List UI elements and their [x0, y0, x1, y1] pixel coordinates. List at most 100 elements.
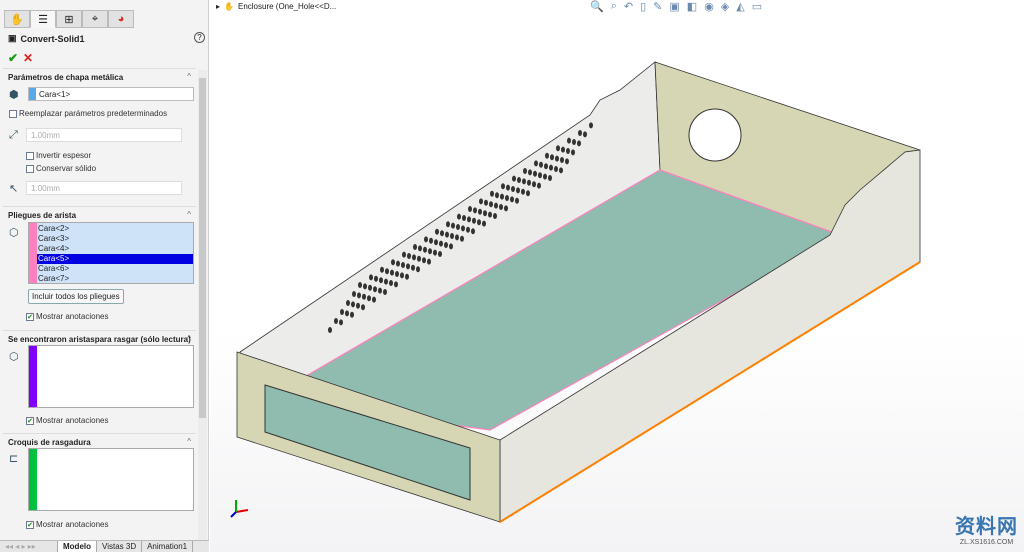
- bend-list-item[interactable]: Cara<7>: [37, 274, 193, 284]
- vent-hole: [456, 224, 460, 230]
- section-sheet-metal-params[interactable]: Parámetros de chapa metálica ^: [3, 68, 196, 86]
- checkbox[interactable]: ✔: [26, 312, 34, 321]
- override-label: Reemplazar parámetros predeterminados: [19, 109, 168, 118]
- collapse-icon[interactable]: ^: [187, 437, 191, 446]
- help-icon[interactable]: ?: [194, 32, 205, 43]
- vent-hole: [538, 172, 542, 179]
- face-icon: ⬡: [9, 351, 19, 363]
- override-params-checkbox[interactable]: Reemplazar parámetros predeterminados: [9, 109, 167, 118]
- vent-hole: [350, 311, 354, 318]
- vent-hole: [571, 149, 575, 156]
- bend-list-item[interactable]: Cara<5>: [37, 254, 193, 264]
- vent-hole: [423, 246, 427, 253]
- show-callouts-label: Mostrar anotaciones: [36, 312, 109, 321]
- vent-hole: [516, 187, 520, 194]
- vent-hole: [427, 258, 431, 265]
- vent-hole: [527, 179, 531, 186]
- vent-hole: [577, 140, 581, 147]
- vent-hole: [457, 213, 461, 220]
- scrollbar-thumb[interactable]: [199, 78, 206, 418]
- bend-radius-input[interactable]: 1.00mm: [26, 181, 182, 195]
- vent-hole: [482, 220, 486, 227]
- vent-hole: [461, 225, 465, 232]
- property-manager-tab[interactable]: ☰: [30, 10, 56, 28]
- vent-hole: [328, 327, 332, 333]
- sketch-icon: ⊏: [9, 453, 19, 465]
- vent-hole: [533, 170, 537, 177]
- graphics-viewport[interactable]: ▸ ✋ Enclosure (One_Hole<<D... 🔍 ⌕ ↶ ▯ ✎ ▣ ◧ ◉ ◈ ◭ ▭ …: [210, 0, 1024, 552]
- tab-scroll-arrows[interactable]: ◂◂ ◂ ▸ ▸▸: [0, 541, 58, 552]
- vent-hole: [395, 271, 399, 277]
- checkbox[interactable]: [26, 164, 34, 173]
- bend-list-item[interactable]: Cara<3>: [37, 234, 193, 244]
- feature-manager-tab[interactable]: ✋: [4, 10, 30, 28]
- vent-hole: [554, 166, 558, 172]
- vent-hole: [560, 157, 564, 163]
- display-manager-tab[interactable]: ◕: [108, 10, 134, 28]
- vent-hole: [500, 193, 504, 200]
- panel-scrollbar[interactable]: [198, 70, 207, 540]
- thickness-icon: ⤢: [9, 129, 18, 141]
- vent-hole: [505, 195, 509, 201]
- show-callouts-checkbox[interactable]: ✔ Mostrar anotaciones: [26, 416, 108, 425]
- bend-edges-list[interactable]: Cara<2> Cara<3> Cara<4> Cara<5> Cara<6> Cara<…: [28, 222, 194, 284]
- vent-hole: [455, 234, 459, 241]
- collapse-icon[interactable]: ^: [187, 72, 191, 81]
- vent-hole: [548, 175, 552, 181]
- keep-body-checkbox[interactable]: Conservar sólido: [26, 164, 96, 173]
- reverse-thickness-checkbox[interactable]: Invertir espesor: [26, 151, 91, 160]
- vent-hole: [405, 273, 409, 280]
- show-callouts-checkbox[interactable]: ✔ Mostrar anotaciones: [26, 312, 108, 321]
- show-callouts-checkbox[interactable]: ✔ Mostrar anotaciones: [26, 520, 108, 529]
- vent-hole: [543, 173, 547, 180]
- checkbox[interactable]: ✔: [26, 416, 34, 425]
- fixed-face-field[interactable]: Cara<1>: [28, 87, 194, 101]
- rip-edges-list[interactable]: [28, 345, 194, 408]
- checkbox[interactable]: [26, 151, 34, 160]
- bend-list-item[interactable]: Cara<2>: [37, 224, 193, 234]
- thickness-input[interactable]: 1.00mm: [26, 128, 182, 142]
- vent-hole: [532, 181, 536, 188]
- dimxpert-tab[interactable]: ⌖: [82, 10, 108, 28]
- vent-hole: [545, 152, 549, 159]
- vent-hole: [400, 272, 404, 279]
- rip-sketch-list[interactable]: [28, 448, 194, 511]
- vent-hole: [578, 130, 582, 136]
- watermark-url: ZL.XS1616.COM: [959, 539, 1014, 546]
- configuration-manager-tab[interactable]: ⊞: [56, 10, 82, 28]
- vent-hole: [417, 255, 421, 262]
- bend-list-item[interactable]: Cara<6>: [37, 264, 193, 274]
- vent-hole: [401, 262, 405, 268]
- vent-hole: [433, 249, 437, 256]
- vent-hole: [367, 295, 371, 302]
- include-all-bends-button[interactable]: Incluir todos los pliegues: [28, 289, 124, 304]
- vent-hole: [413, 244, 417, 250]
- tab-3d-views[interactable]: Vistas 3D: [97, 541, 143, 552]
- checkbox[interactable]: [9, 109, 17, 118]
- vent-hole: [479, 198, 483, 205]
- color-bar: [29, 346, 37, 407]
- ok-button[interactable]: ✔: [8, 51, 18, 65]
- vent-hole: [477, 219, 481, 226]
- vent-hole: [517, 177, 521, 183]
- vent-hole: [550, 154, 554, 161]
- manager-tabs: ✋ ☰ ⊞ ⌖ ◕: [4, 10, 134, 28]
- vent-hole: [445, 231, 449, 238]
- fixed-face-value: Cara<1>: [39, 90, 71, 99]
- vent-hole: [444, 242, 448, 248]
- vent-hole: [510, 196, 514, 203]
- collapse-icon[interactable]: ^: [187, 334, 191, 343]
- enclosure-model[interactable]: [210, 0, 1024, 552]
- vent-hole: [384, 278, 388, 285]
- vent-hole: [358, 282, 362, 288]
- tab-model[interactable]: Modelo: [58, 541, 97, 552]
- vent-hole: [511, 186, 515, 192]
- cancel-button[interactable]: ✕: [23, 51, 33, 65]
- bend-list-item[interactable]: Cara<4>: [37, 244, 193, 254]
- vent-hole: [556, 145, 560, 152]
- vent-hole: [357, 292, 361, 299]
- vent-hole: [449, 243, 453, 250]
- tab-animation1[interactable]: Animation1: [142, 541, 194, 552]
- checkbox[interactable]: ✔: [26, 520, 34, 529]
- collapse-icon[interactable]: ^: [187, 210, 191, 219]
